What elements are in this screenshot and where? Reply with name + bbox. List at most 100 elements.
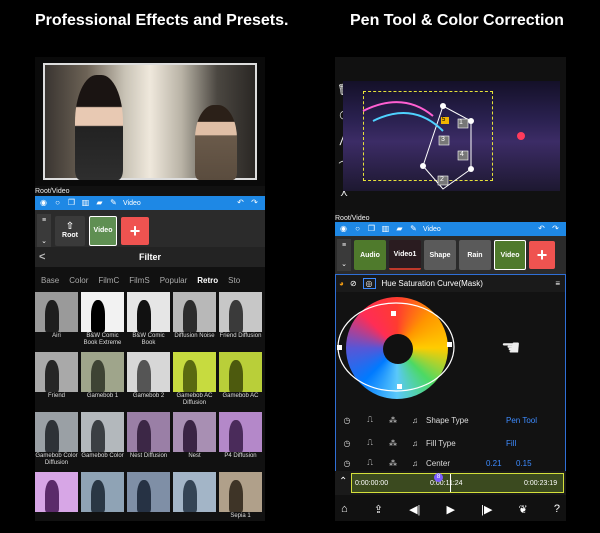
track-menu[interactable]: ≡ ⌄ [337,239,351,271]
music-icon[interactable]: ♫ [404,416,426,425]
copy-icon[interactable]: ❐ [67,199,76,208]
filter-item[interactable]: Gamebob AC [219,352,262,412]
music-icon[interactable]: ♫ [404,459,426,468]
filter-item[interactable]: B&W Comic Book Extreme [81,292,124,352]
pen-icon[interactable]: ✎ [409,225,418,234]
trash-icon[interactable]: ▥ [81,199,90,208]
filter-item[interactable]: Nest Diffusion [127,412,170,472]
back-icon[interactable]: < [39,251,45,263]
filter-tab-filmc[interactable]: FilmC [98,276,119,285]
track-shape[interactable]: Shape [424,240,456,270]
filter-item[interactable]: Gamebob 1 [81,352,124,412]
filter-item[interactable]: B&W Comic Book [127,292,170,352]
eye-icon[interactable]: ◉ [39,199,48,208]
hide-icon[interactable]: ⊘ [350,279,357,288]
redo-icon[interactable]: ↷ [250,199,259,208]
trash-icon[interactable]: ▥ [381,225,390,234]
filter-item[interactable] [35,472,78,521]
effects-icon[interactable]: ❦ [519,503,528,516]
filter-tab-popular[interactable]: Popular [160,276,188,285]
point-2[interactable]: 2 [440,176,444,183]
graph-icon[interactable]: ⎍ [358,438,382,448]
track-video[interactable]: Video [89,216,117,246]
point-3[interactable]: 3 [441,136,445,143]
filter-item[interactable]: Friend [35,352,78,412]
play-icon[interactable]: ▶ [447,503,455,516]
undo-icon[interactable]: ↶ [236,199,245,208]
filter-item[interactable]: P4 Diffusion [219,412,262,472]
filter-tab-base[interactable]: Base [41,276,59,285]
point-4[interactable]: 4 [460,151,464,158]
property-value-2[interactable]: 0.15 [516,459,532,468]
color-wheel-icon[interactable]: ◕ [339,279,344,288]
share-icon[interactable]: ⇪ [374,503,383,516]
chevron-up-icon[interactable]: ⌃ [339,476,347,487]
filter-tab-color[interactable]: Color [69,276,88,285]
timer-icon[interactable]: ◷ [336,416,358,425]
keyframe-icon[interactable]: ⁂ [382,439,404,448]
filter-item[interactable] [173,472,216,521]
pen-icon[interactable]: ✎ [109,199,118,208]
property-row-shape-type[interactable]: ◷ ⎍ ⁂ ♫ Shape Type Pen Tool [336,410,566,430]
filter-item[interactable]: Friend Diffusion [219,292,262,352]
night-city-preview[interactable]: 1 3 4 2 5 [343,81,560,191]
pen-tool-overlay[interactable] [343,81,560,191]
keyframe-icon[interactable]: ⁂ [382,459,404,468]
filter-item[interactable] [127,472,170,521]
track-root[interactable]: ⇧ Root [55,216,85,246]
property-value[interactable]: Fill [506,439,516,448]
help-icon[interactable]: ? [554,503,560,515]
filter-item[interactable]: Sepia 1 [219,472,262,521]
folder-icon[interactable]: ▰ [395,225,404,234]
graph-icon[interactable]: ⎍ [358,415,382,425]
home-icon[interactable]: ⌂ [341,503,348,515]
filter-name: Gamebob 2 [132,393,165,399]
add-track-button[interactable]: + [121,217,149,245]
track-rain[interactable]: Rain [459,240,491,270]
property-value[interactable]: Pen Tool [506,416,537,425]
circle-icon[interactable]: ○ [353,225,362,234]
timer-icon[interactable]: ◷ [336,439,358,448]
point-5[interactable]: 5 [442,117,445,123]
filter-item[interactable]: Gamebob Color Diffusion [35,412,78,472]
filter-item[interactable]: Nest [173,412,216,472]
track-video[interactable]: Video [494,240,526,270]
step-forward-icon[interactable]: |▶ [481,503,492,516]
path-label: Root/Video [35,188,70,195]
track-video1[interactable]: Video1 [389,240,421,270]
filter-item[interactable] [81,472,124,521]
filter-tab-sto[interactable]: Sto [228,276,240,285]
redo-icon[interactable]: ↷ [551,225,560,234]
timeline-bar[interactable]: 0:00:00:00 0:00:11:24 0:00:23:19 8 [351,473,564,493]
menu-icon[interactable]: ≡ [555,279,560,288]
keyframe-icon[interactable]: ⁂ [382,416,404,425]
circle-icon[interactable]: ○ [53,199,62,208]
preview-frame[interactable] [43,63,257,180]
music-icon[interactable]: ♫ [404,439,426,448]
filter-item[interactable]: Gamebob AC Diffusion [173,352,216,412]
eye-icon[interactable]: ◉ [339,225,348,234]
mask-icon[interactable]: ◎ [362,278,376,289]
property-row-center[interactable]: ◷ ⎍ ⁂ ♫ Center 0.21 0.15 [336,456,566,470]
filter-tab-films[interactable]: FilmS [129,276,149,285]
undo-icon[interactable]: ↶ [537,225,546,234]
hue-curve-overlay[interactable] [336,292,566,407]
graph-icon[interactable]: ⎍ [358,458,382,468]
filter-item[interactable]: Diffusion Noise [173,292,216,352]
filter-item[interactable]: Gamebob 2 [127,352,170,412]
playhead[interactable] [450,474,451,492]
track-menu[interactable]: ≡ ⌄ [37,214,51,248]
timeline-marker[interactable]: 8 [434,473,443,482]
property-value[interactable]: 0.21 [486,459,516,468]
add-track-button[interactable]: + [529,241,555,269]
folder-icon[interactable]: ▰ [95,199,104,208]
copy-icon[interactable]: ❐ [367,225,376,234]
filter-tab-retro[interactable]: Retro [197,276,218,285]
property-row-fill-type[interactable]: ◷ ⎍ ⁂ ♫ Fill Type Fill [336,433,566,453]
timer-icon[interactable]: ◷ [336,459,358,468]
filter-item[interactable]: Gamebob Color [81,412,124,472]
step-back-icon[interactable]: ◀| [409,503,420,516]
point-1[interactable]: 1 [459,119,463,126]
track-audio[interactable]: Audio [354,240,386,270]
filter-item[interactable]: Airi [35,292,78,352]
